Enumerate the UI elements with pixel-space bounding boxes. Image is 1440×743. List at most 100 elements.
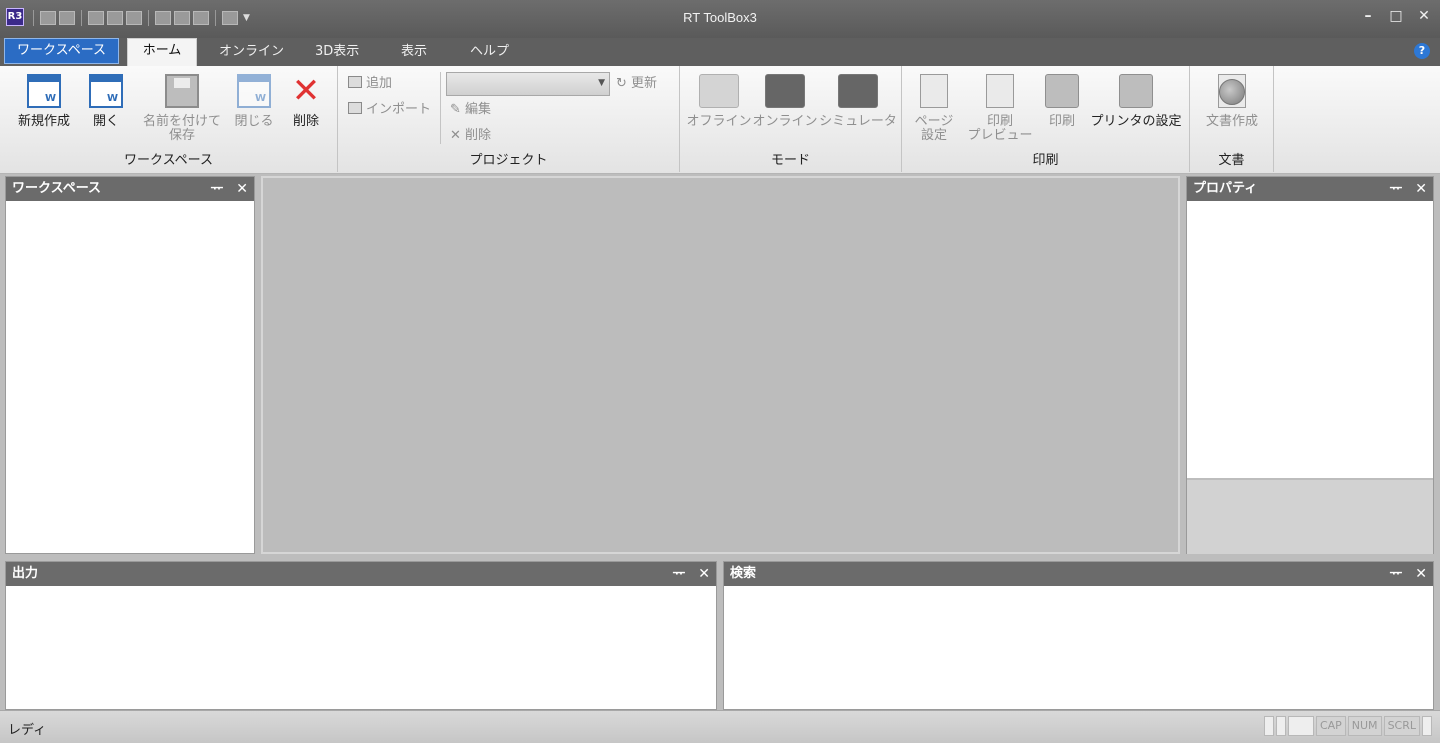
tab-3d-view[interactable]: 3D表示 xyxy=(303,40,371,66)
pencil-icon: ✎ xyxy=(450,102,466,117)
close-workspace-icon xyxy=(237,74,271,108)
page-setup-label-line1: ページ xyxy=(914,114,954,129)
page-setup-button[interactable]: ページ 設定 xyxy=(906,74,962,143)
status-pane xyxy=(1287,716,1314,736)
close-workspace-label: 閉じる xyxy=(234,114,274,129)
maximize-button[interactable]: □ xyxy=(1388,8,1404,24)
workspace-panel-title: ワークスペース xyxy=(12,181,102,196)
close-button[interactable]: ✕ xyxy=(1416,8,1432,24)
tab-view[interactable]: 表示 xyxy=(389,40,439,66)
tab-online[interactable]: オンライン xyxy=(207,40,296,66)
pin-icon[interactable]: ᅲ xyxy=(673,566,686,582)
print-button[interactable]: 印刷 xyxy=(1034,74,1090,129)
pin-icon[interactable]: ᅲ xyxy=(1390,181,1403,197)
mode-group-label: モード xyxy=(770,153,810,168)
project-add-label: 追加 xyxy=(366,76,393,91)
title-bar: R3 ▼ RT ToolBox3 – □ ✕ xyxy=(0,0,1440,38)
scrl-indicator: SCRL xyxy=(1383,716,1420,736)
delete-x-icon: ✕ xyxy=(291,71,321,111)
project-import-label: インポート xyxy=(366,102,432,117)
print-preview-button[interactable]: 印刷 プレビュー xyxy=(964,74,1036,143)
document-area xyxy=(261,176,1180,554)
chevron-down-icon: ▼ xyxy=(598,78,605,88)
open-workspace-button[interactable]: 開く xyxy=(76,74,136,129)
search-panel-title: 検索 xyxy=(730,566,757,581)
properties-panel: プロパティ ᅲ ✕ xyxy=(1186,176,1434,554)
project-add-button[interactable]: 追加 xyxy=(348,74,392,94)
status-text: レディ xyxy=(8,723,47,738)
printer-settings-button[interactable]: プリンタの設定 xyxy=(1088,74,1184,129)
properties-panel-title: プロパティ xyxy=(1193,181,1258,196)
tab-help[interactable]: ヘルプ xyxy=(458,40,521,66)
page-setup-icon xyxy=(920,74,948,108)
print-preview-label-line2: プレビュー xyxy=(967,128,1033,143)
new-workspace-label: 新規作成 xyxy=(17,114,70,129)
document-group-label: 文書 xyxy=(1218,153,1245,168)
simulator-mode-button[interactable]: シミュレータ xyxy=(818,74,898,129)
properties-description-area xyxy=(1187,478,1433,554)
open-workspace-icon xyxy=(89,74,123,108)
new-workspace-button[interactable]: 新規作成 xyxy=(12,74,76,129)
delete-small-icon: ✕ xyxy=(450,128,466,143)
close-icon[interactable]: ✕ xyxy=(1415,566,1427,582)
print-group: ページ 設定 印刷 プレビュー 印刷 プリンタの設定 印刷 xyxy=(902,66,1190,172)
close-icon[interactable]: ✕ xyxy=(1415,181,1427,197)
workspace-group: 新規作成 開く 名前を付けて 保存 閉じる ✕ 削除 ワークスペース xyxy=(0,66,338,172)
online-icon xyxy=(765,74,805,108)
tab-home[interactable]: ホーム xyxy=(127,38,197,66)
close-icon[interactable]: ✕ xyxy=(698,566,710,582)
mode-group: オフライン オンライン シミュレータ モード xyxy=(680,66,902,172)
page-setup-label-line2: 設定 xyxy=(920,128,947,143)
project-delete-button[interactable]: ✕ 削除 xyxy=(450,126,491,146)
properties-panel-controls: ᅲ ✕ xyxy=(1382,177,1428,201)
resize-grip-icon[interactable] xyxy=(1422,716,1432,736)
online-label: オンライン xyxy=(752,114,818,129)
ribbon: 新規作成 開く 名前を付けて 保存 閉じる ✕ 削除 ワークスペース 追加 イン… xyxy=(0,66,1440,174)
printer-settings-icon xyxy=(1119,74,1153,108)
open-workspace-label: 開く xyxy=(92,114,119,129)
project-edit-button[interactable]: ✎ 編集 xyxy=(450,100,491,120)
print-group-label: 印刷 xyxy=(1032,153,1059,168)
close-icon[interactable]: ✕ xyxy=(236,181,248,197)
close-workspace-button[interactable]: 閉じる xyxy=(224,74,284,129)
project-update-label: 更新 xyxy=(631,76,658,91)
project-import-button[interactable]: インポート xyxy=(348,100,431,120)
output-panel-title: 出力 xyxy=(12,566,39,581)
globe-icon xyxy=(1219,79,1245,105)
search-panel: 検索 ᅲ ✕ xyxy=(723,561,1434,710)
create-document-button[interactable]: 文書作成 xyxy=(1194,74,1270,129)
pin-icon[interactable]: ᅲ xyxy=(211,181,224,197)
status-bar: レディ CAP NUM SCRL xyxy=(0,710,1440,743)
delete-workspace-button[interactable]: ✕ 削除 xyxy=(276,74,336,129)
cap-indicator: CAP xyxy=(1315,716,1346,736)
project-group-label: プロジェクト xyxy=(469,153,548,168)
status-pane xyxy=(1275,716,1286,736)
add-icon xyxy=(348,76,362,88)
window-controls: – □ ✕ xyxy=(1360,8,1432,24)
document-icon xyxy=(1218,74,1246,108)
printer-settings-label: プリンタの設定 xyxy=(1090,114,1182,129)
status-pane xyxy=(1263,716,1274,736)
refresh-icon: ↻ xyxy=(616,76,632,91)
print-preview-label-line1: 印刷 xyxy=(986,114,1013,129)
save-as-icon xyxy=(165,74,199,108)
num-indicator: NUM xyxy=(1347,716,1382,736)
properties-panel-header: プロパティ ᅲ ✕ xyxy=(1187,177,1433,201)
workspace-group-label: ワークスペース xyxy=(123,153,214,168)
pin-icon[interactable]: ᅲ xyxy=(1390,566,1403,582)
online-mode-button[interactable]: オンライン xyxy=(752,74,818,129)
status-indicators: CAP NUM SCRL xyxy=(1263,716,1432,736)
search-panel-controls: ᅲ ✕ xyxy=(1382,562,1428,586)
help-icon[interactable]: ? xyxy=(1414,43,1430,59)
project-edit-label: 編集 xyxy=(465,102,492,117)
output-panel-controls: ᅲ ✕ xyxy=(665,562,711,586)
tab-workspace-file[interactable]: ワークスペース xyxy=(4,38,120,64)
offline-mode-button[interactable]: オフライン xyxy=(686,74,752,129)
project-update-button[interactable]: ↻ 更新 xyxy=(616,74,657,94)
save-as-button[interactable]: 名前を付けて 保存 xyxy=(136,74,228,143)
window-title: RT ToolBox3 xyxy=(683,10,757,25)
project-delete-label: 削除 xyxy=(465,128,492,143)
project-select-dropdown[interactable]: ▼ xyxy=(446,72,610,96)
delete-workspace-label: 削除 xyxy=(292,114,319,129)
minimize-button[interactable]: – xyxy=(1360,8,1376,24)
